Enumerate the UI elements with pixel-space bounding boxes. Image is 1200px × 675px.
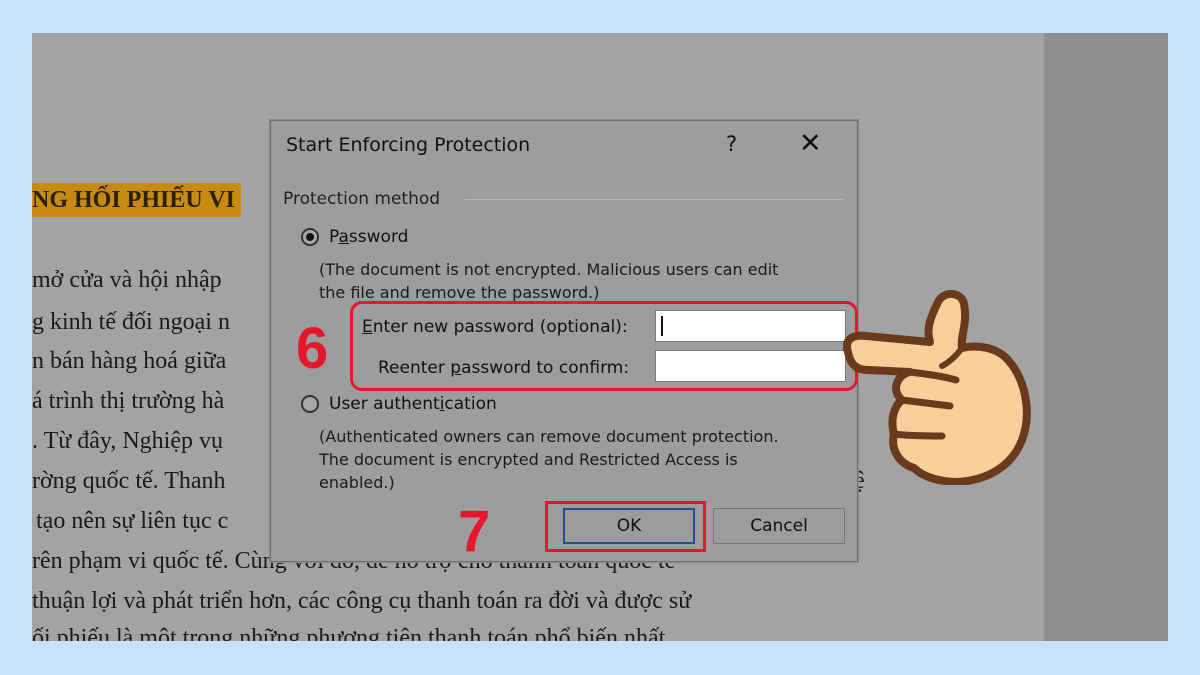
step-6-label: 6 <box>296 316 329 381</box>
description-line: (The document is not encrypted. Maliciou… <box>319 260 779 279</box>
label-part: P <box>329 227 339 247</box>
description-line: The document is encrypted and Restricted… <box>319 450 738 469</box>
cancel-button[interactable]: Cancel <box>713 508 845 544</box>
document-line: . Từ đây, Nghiệp vụ <box>32 428 223 454</box>
dialog-title: Start Enforcing Protection <box>286 134 531 156</box>
document-line: ối phiếu là một trong những phương tiện … <box>32 625 666 641</box>
protection-method-label: Protection method <box>283 189 441 209</box>
description-line: enabled.) <box>319 473 395 492</box>
document-line: mở cửa và hội nhập <box>32 267 222 293</box>
document-line: thuận lợi và phát triển hơn, các công cụ… <box>32 588 692 614</box>
access-key: a <box>338 227 349 247</box>
help-button[interactable]: ? <box>726 132 737 156</box>
step-7-label: 7 <box>458 499 491 564</box>
password-option-label[interactable]: Password <box>329 227 408 247</box>
ok-button-highlight <box>545 501 706 552</box>
document-line: g kinh tế đối ngoại n <box>32 309 230 335</box>
password-radio[interactable] <box>301 228 319 246</box>
document-line: á trình thị trường hà <box>32 388 225 414</box>
finger-crease <box>890 430 946 440</box>
document-line: rờng quốc tế. Thanh <box>32 468 226 494</box>
user-authentication-radio[interactable] <box>301 395 319 413</box>
pointing-hand-icon <box>843 290 1031 485</box>
close-icon[interactable]: ✕ <box>799 129 822 159</box>
password-description: (The document is not encrypted. Maliciou… <box>319 258 778 304</box>
hand-shape <box>843 290 1031 485</box>
description-line: (Authenticated owners can remove documen… <box>319 427 779 446</box>
document-line: tạo nên sự liên tục c <box>36 508 229 534</box>
document-heading: NG HỐI PHIẾU VI <box>32 183 241 217</box>
password-fields-highlight <box>350 301 858 391</box>
group-divider <box>465 199 843 200</box>
user-authentication-option-label[interactable]: User authentication <box>329 394 497 414</box>
label-part: ssword <box>348 227 409 247</box>
user-authentication-description: (Authenticated owners can remove documen… <box>319 425 779 494</box>
label-part: cation <box>444 394 497 414</box>
label-part: User authent <box>329 394 440 414</box>
radio-selected-dot <box>306 233 314 241</box>
document-line: n bán hàng hoá giữa <box>32 348 227 374</box>
document-margin-pane <box>1044 33 1168 641</box>
